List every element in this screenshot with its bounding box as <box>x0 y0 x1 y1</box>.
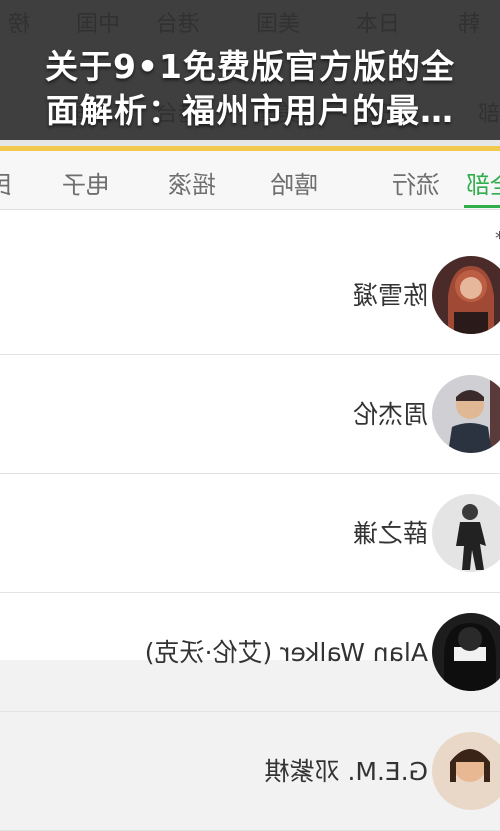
avatar-photo <box>432 375 500 453</box>
artist-row[interactable]: 周杰伦 <box>0 355 500 474</box>
artist-row[interactable]: 薛之谦 <box>0 474 500 593</box>
active-tab-underline <box>464 205 500 208</box>
artist-name: G.E.M. 邓紫棋 <box>264 757 428 786</box>
title-overlay: 关于9•1免费版官方版的全 面解析：福州市用户的最… <box>0 0 500 140</box>
avatar <box>432 732 500 810</box>
avatar-photo <box>432 256 500 334</box>
artist-row[interactable]: 陈雪凝 <box>0 236 500 355</box>
artist-row[interactable]: Alan Walker (艾伦·沃克) <box>0 593 500 712</box>
tab-rock[interactable]: 摇滚 <box>168 165 216 200</box>
tab-all[interactable]: 全部 <box>466 165 500 200</box>
avatar-photo <box>432 732 500 810</box>
tab-hiphop[interactable]: 嘻哈 <box>270 165 318 200</box>
title-line-1: 关于9•1免费版官方版的全 <box>44 47 455 86</box>
artist-name: Alan Walker (艾伦·沃克) <box>144 638 428 667</box>
avatar <box>432 613 500 691</box>
avatar <box>432 256 500 334</box>
tab-folk[interactable]: 民 <box>0 165 12 200</box>
artist-name: 陈雪凝 <box>352 281 428 310</box>
title-line-2: 面解析：福州市用户的最… <box>46 91 454 130</box>
artist-row[interactable]: G.E.M. 邓紫棋 <box>0 712 500 831</box>
avatar <box>432 494 500 572</box>
artist-name: 周杰伦 <box>352 400 428 429</box>
genre-tabs: 全部 流行 嘻哈 摇滚 电子 民 <box>0 151 500 210</box>
artist-name: 薛之谦 <box>352 519 428 548</box>
tab-pop[interactable]: 流行 <box>392 165 440 200</box>
tab-electronic[interactable]: 电子 <box>62 165 110 200</box>
avatar <box>432 375 500 453</box>
avatar-photo <box>432 494 500 572</box>
avatar-photo <box>432 613 500 691</box>
